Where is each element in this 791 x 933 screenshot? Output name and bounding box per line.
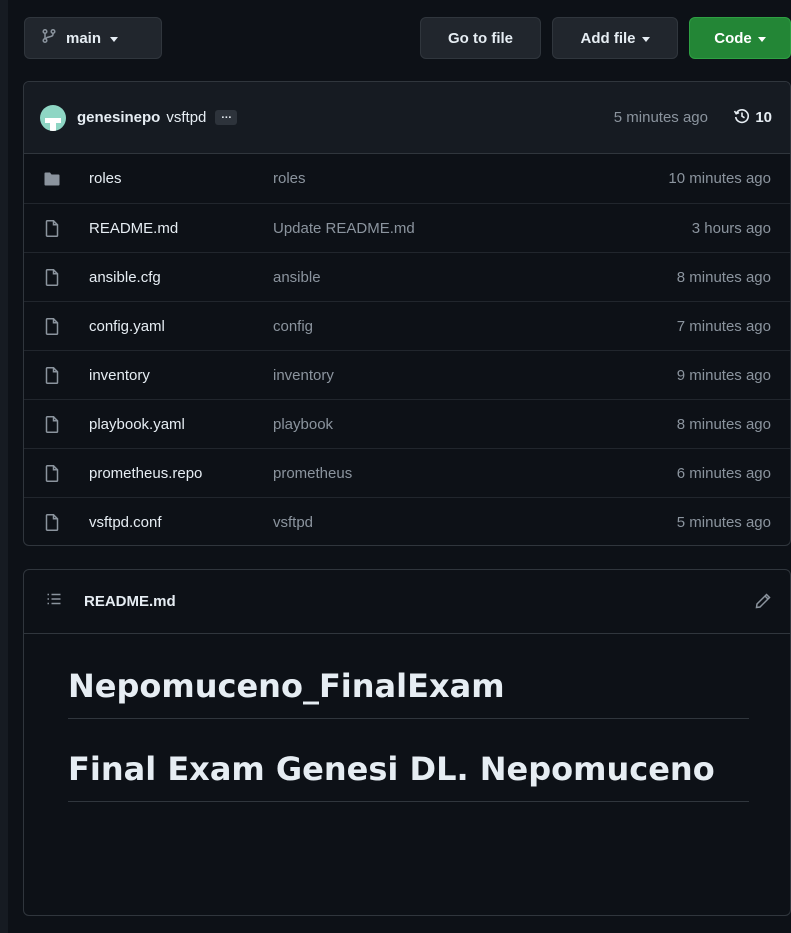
- repo-toolbar: main Go to file Add file Code: [24, 17, 791, 59]
- commit-message-link[interactable]: config: [273, 318, 313, 335]
- file-row: ansible.cfg ansible 8 minutes ago: [24, 252, 790, 301]
- file-name-link[interactable]: vsftpd.conf: [89, 514, 162, 531]
- list-icon[interactable]: [46, 591, 62, 612]
- commit-author-link[interactable]: genesinepo: [77, 109, 160, 126]
- readme-content: Nepomuceno_FinalExam Final Exam Genesi D…: [24, 664, 790, 802]
- history-icon: [733, 107, 751, 129]
- file-browser: genesinepo vsftpd … 5 minutes ago 10 rol…: [23, 81, 791, 546]
- file-icon: [44, 415, 60, 433]
- file-icon: [44, 317, 60, 335]
- repo-page: main Go to file Add file Code genesinepo…: [0, 0, 791, 933]
- readme-heading-subtitle: Final Exam Genesi DL. Nepomuceno: [68, 747, 749, 802]
- chevron-down-icon: [110, 36, 119, 42]
- file-name-link[interactable]: inventory: [89, 367, 150, 384]
- commit-time: 8 minutes ago: [676, 415, 771, 433]
- commit-time: 6 minutes ago: [676, 464, 771, 482]
- commit-time: 7 minutes ago: [676, 317, 771, 335]
- commit-time: 10 minutes ago: [668, 170, 771, 187]
- commit-message-link[interactable]: playbook: [273, 416, 333, 433]
- file-list: roles roles 10 minutes ago README.md Update …: [24, 154, 790, 545]
- file-name-link[interactable]: config.yaml: [89, 318, 165, 335]
- file-icon: [44, 464, 60, 482]
- commit-message-link[interactable]: ansible: [273, 269, 321, 286]
- commit-message-link[interactable]: roles: [273, 170, 306, 187]
- branch-selector-button[interactable]: main: [24, 17, 162, 59]
- file-name-link[interactable]: prometheus.repo: [89, 465, 202, 482]
- chevron-down-icon: [641, 36, 650, 42]
- left-gutter: [0, 0, 8, 933]
- file-name-link[interactable]: README.md: [89, 220, 178, 237]
- commit-message-link[interactable]: inventory: [273, 367, 334, 384]
- readme-header: README.md: [24, 570, 790, 634]
- readme-filename-link[interactable]: README.md: [84, 593, 176, 610]
- file-name-link[interactable]: playbook.yaml: [89, 416, 185, 433]
- file-icon: [44, 366, 60, 384]
- file-icon: [44, 219, 60, 237]
- code-label: Code: [714, 29, 752, 47]
- file-name-link[interactable]: roles: [89, 170, 122, 187]
- file-name-link[interactable]: ansible.cfg: [89, 269, 161, 286]
- commit-count: 10: [755, 109, 772, 126]
- file-row: vsftpd.conf vsftpd 5 minutes ago: [24, 497, 790, 545]
- pencil-icon[interactable]: [754, 592, 772, 615]
- add-file-button[interactable]: Add file: [552, 17, 678, 59]
- chevron-down-icon: [757, 36, 766, 42]
- file-row: playbook.yaml playbook 8 minutes ago: [24, 399, 790, 448]
- commit-message-link[interactable]: prometheus: [273, 465, 352, 482]
- git-branch-icon: [41, 28, 57, 48]
- add-file-label: Add file: [580, 29, 636, 47]
- file-row: inventory inventory 9 minutes ago: [24, 350, 790, 399]
- file-row: config.yaml config 7 minutes ago: [24, 301, 790, 350]
- branch-name: main: [66, 29, 102, 47]
- code-button[interactable]: Code: [689, 17, 791, 59]
- commit-message-link[interactable]: vsftpd: [273, 514, 313, 531]
- file-row: roles roles 10 minutes ago: [24, 154, 790, 203]
- commit-time: 9 minutes ago: [676, 366, 771, 384]
- folder-icon: [44, 171, 60, 187]
- commit-time: 5 minutes ago: [676, 513, 771, 531]
- commit-message-link[interactable]: Update README.md: [273, 220, 415, 237]
- file-row: README.md Update README.md 3 hours ago: [24, 203, 790, 252]
- commit-time: 5 minutes ago: [613, 109, 708, 126]
- commit-message-link[interactable]: vsftpd: [166, 109, 206, 126]
- avatar[interactable]: [40, 104, 66, 131]
- expand-commit-button[interactable]: …: [215, 110, 238, 125]
- readme-heading-title: Nepomuceno_FinalExam: [68, 664, 749, 719]
- commit-history-link[interactable]: 10: [733, 107, 772, 129]
- commit-time: 8 minutes ago: [676, 268, 771, 286]
- latest-commit-bar: genesinepo vsftpd … 5 minutes ago 10: [24, 82, 790, 154]
- file-icon: [44, 513, 60, 531]
- file-row: prometheus.repo prometheus 6 minutes ago: [24, 448, 790, 497]
- file-icon: [44, 268, 60, 286]
- go-to-file-button[interactable]: Go to file: [420, 17, 541, 59]
- commit-time: 3 hours ago: [691, 219, 771, 237]
- readme-panel: README.md Nepomuceno_FinalExam Final Exa…: [23, 569, 791, 916]
